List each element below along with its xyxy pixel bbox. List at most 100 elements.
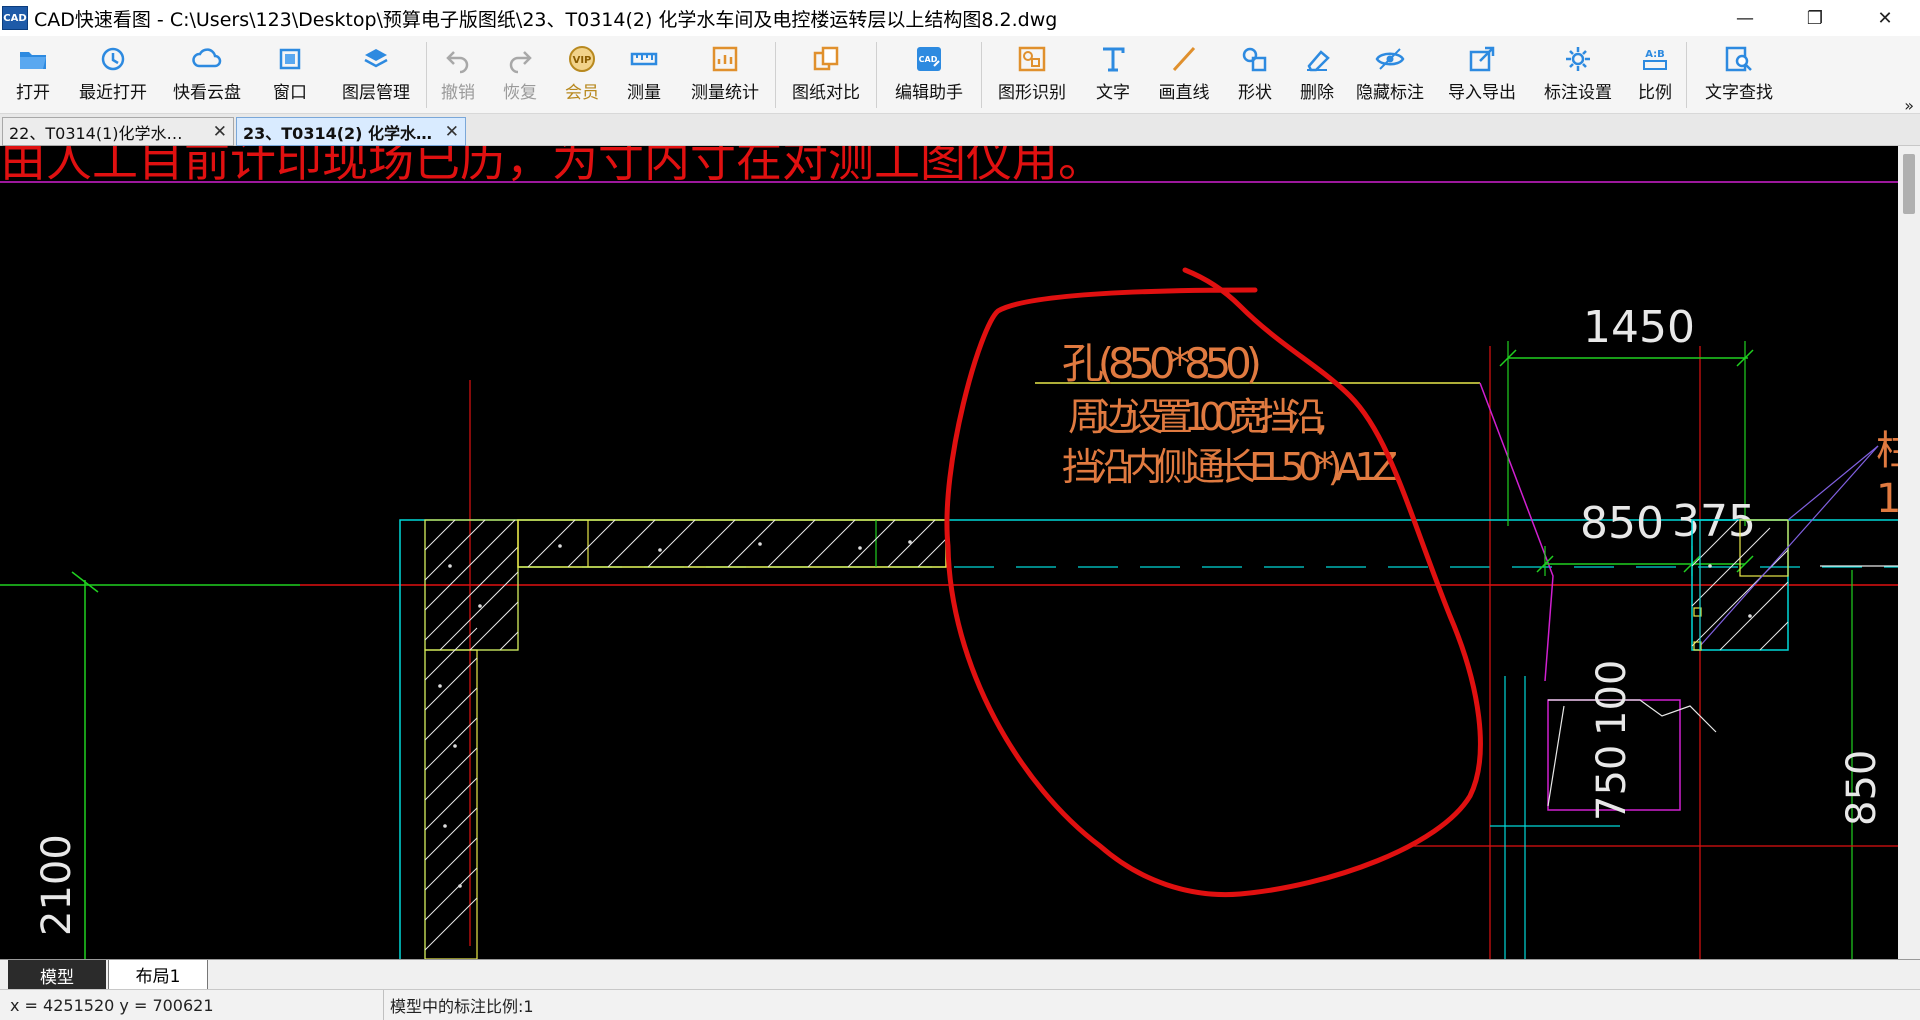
wall-outline-cyan	[399, 519, 1898, 959]
text-search-icon	[1725, 46, 1752, 72]
hide-marks-button[interactable]: 隐藏标注	[1348, 36, 1432, 114]
annotation-scale-status: 模型中的标注比例:1	[390, 997, 534, 1016]
measure-button[interactable]: 测量	[613, 36, 675, 114]
tab-model[interactable]: 模型	[8, 960, 106, 990]
restore-button[interactable]: ❐	[1780, 0, 1850, 36]
shape-recognition-icon	[1018, 46, 1046, 72]
column-side-label: 柱侧	[1876, 428, 1898, 474]
status-bar: x = 4251520 y = 700621 模型中的标注比例:1	[0, 989, 1920, 1020]
ratio-ab-icon: A:B	[1643, 49, 1667, 70]
compare-button[interactable]: 图纸对比	[776, 36, 876, 114]
dimension-label-375: 375	[1672, 496, 1756, 547]
ratio-button[interactable]: A:B 比例	[1624, 36, 1686, 114]
import-export-label: 导入导出	[1448, 83, 1516, 103]
delete-button[interactable]: 删除	[1286, 36, 1348, 114]
shapes-icon	[1242, 47, 1267, 72]
tab-document-23[interactable]: 23、T0314(2) 化学水… ✕	[236, 117, 466, 146]
dimension-label-2100: 2100	[34, 834, 80, 936]
svg-text:CAD: CAD	[919, 55, 938, 64]
draw-line-label: 画直线	[1158, 83, 1210, 103]
recent-button[interactable]: 最近打开	[66, 36, 160, 114]
column-side-number: 13	[1876, 476, 1898, 522]
undo-label: 撤销	[441, 83, 475, 103]
undo-icon	[446, 51, 469, 74]
line-tool-icon	[1172, 46, 1196, 72]
import-export-icon	[1469, 46, 1495, 72]
measure-stats-button[interactable]: 测量统计	[675, 36, 775, 114]
window-icon	[279, 48, 301, 70]
draw-line-button[interactable]: 画直线	[1144, 36, 1224, 114]
import-export-button[interactable]: 导入导出	[1432, 36, 1532, 114]
cloud-icon	[192, 48, 222, 68]
annotation-hole-size: 孔(850*850)	[1062, 339, 1262, 388]
redo-label: 恢复	[503, 83, 537, 103]
vip-badge-icon: VIP	[569, 46, 595, 72]
layers-button[interactable]: 图层管理	[326, 36, 426, 114]
stats-icon	[712, 46, 738, 72]
window-controls: — ❐ ✕	[1710, 0, 1920, 36]
vertical-scrollbar[interactable]	[1898, 146, 1920, 959]
tab-document-23-label: 23、T0314(2) 化学水…	[243, 123, 433, 143]
annotation-steel-note: 挡沿内侧通长EL50*)A1Z	[1062, 445, 1398, 489]
concrete-column-hatch	[424, 519, 519, 959]
history-icon	[101, 47, 125, 71]
annotation-edge-note: 周边设置100宽挡沿,	[1068, 395, 1328, 439]
recent-label: 最近打开	[79, 83, 147, 103]
text-tool-icon	[1103, 47, 1125, 72]
open-button[interactable]: 打开	[0, 36, 66, 114]
drawing-canvas[interactable]: 由人工目前计印现场已历，为寸内寸在对测工图仪用。 2100 孔(850*850)…	[0, 146, 1898, 959]
shape-recog-button[interactable]: 图形识别	[982, 36, 1082, 114]
vip-button[interactable]: VIP 会员	[551, 36, 613, 114]
undo-button[interactable]: 撤销	[427, 36, 489, 114]
concrete-beam-hatch	[517, 519, 947, 568]
app-logo-icon: CAD	[2, 6, 28, 30]
scrollbar-thumb[interactable]	[1903, 154, 1915, 214]
delete-label: 删除	[1300, 83, 1334, 103]
hide-marks-label: 隐藏标注	[1356, 83, 1424, 103]
window-label: 窗口	[273, 83, 307, 103]
tab-document-22-label: 22、T0314(1)化学水…	[9, 123, 183, 143]
toolbar-more-button[interactable]: »	[1904, 96, 1914, 115]
text-label: 文字	[1096, 83, 1130, 103]
layout-tab-bar: 模型 布局1	[0, 959, 1920, 990]
close-tab-icon[interactable]: ✕	[445, 122, 459, 142]
dimension-1450: 1450	[1499, 302, 1754, 526]
main-toolbar: 打开 最近打开 快看云盘 窗口 图层管理 撤销 恢复 VIP 会员 测量 测量统…	[0, 36, 1920, 115]
window-button[interactable]: 窗口	[254, 36, 326, 114]
tab-layout1[interactable]: 布局1	[108, 960, 208, 990]
layers-label: 图层管理	[342, 83, 410, 103]
ruler-icon	[630, 52, 658, 66]
redo-button[interactable]: 恢复	[489, 36, 551, 114]
svg-text:1450: 1450	[1583, 302, 1695, 353]
minimize-button[interactable]: —	[1710, 0, 1780, 36]
eraser-icon	[1307, 50, 1330, 72]
redo-icon	[509, 51, 532, 74]
title-bar: CAD CAD快速看图 - C:\Users\123\Desktop\预算电子版…	[0, 0, 1920, 36]
compare-label: 图纸对比	[792, 83, 860, 103]
shape-label: 形状	[1238, 83, 1272, 103]
document-tab-bar: 22、T0314(1)化学水… ✕ 23、T0314(2) 化学水… ✕	[0, 114, 1920, 146]
cloud-button[interactable]: 快看云盘	[160, 36, 254, 114]
text-search-button[interactable]: 文字查找	[1687, 36, 1791, 114]
tab-document-22[interactable]: 22、T0314(1)化学水… ✕	[2, 117, 234, 146]
svg-text:VIP: VIP	[573, 55, 592, 66]
dimension-850-375: 850 375	[1536, 496, 1756, 576]
shape-recog-label: 图形识别	[998, 83, 1066, 103]
ratio-label: 比例	[1638, 83, 1672, 103]
svg-text:A:B: A:B	[1645, 49, 1665, 60]
cursor-coordinates: x = 4251520 y = 700621	[0, 990, 384, 1020]
mark-settings-button[interactable]: 标注设置	[1532, 36, 1624, 114]
close-window-button[interactable]: ✕	[1850, 0, 1920, 36]
text-button[interactable]: 文字	[1082, 36, 1144, 114]
cad-drawing: 由人工目前计印现场已历，为寸内寸在对测工图仪用。 2100 孔(850*850)…	[0, 146, 1898, 959]
open-label: 打开	[16, 83, 50, 103]
edit-helper-button[interactable]: CAD 编辑助手	[877, 36, 981, 114]
eye-hidden-icon	[1375, 48, 1405, 70]
window-title: CAD快速看图 - C:\Users\123\Desktop\预算电子版图纸\2…	[34, 8, 1058, 31]
edit-helper-label: 编辑助手	[895, 83, 963, 103]
text-search-label: 文字查找	[1705, 83, 1773, 103]
right-column-hatch	[1691, 445, 1879, 651]
shape-button[interactable]: 形状	[1224, 36, 1286, 114]
close-tab-icon[interactable]: ✕	[213, 122, 227, 142]
compare-icon	[813, 46, 839, 71]
